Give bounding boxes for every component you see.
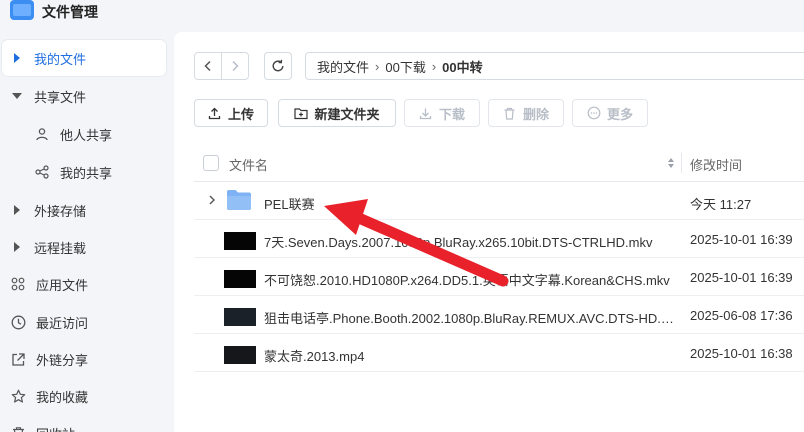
caret-right-icon xyxy=(12,53,22,63)
caret-down-icon xyxy=(12,91,22,101)
file-mtime: 2025-10-01 16:39 xyxy=(690,232,793,247)
main-panel: 我的文件 › 00下载 › 00中转 上传 新建文件夹 下载 删除 更多 文件名… xyxy=(174,32,804,432)
external-link-icon xyxy=(10,351,26,367)
table-row[interactable]: PEL联赛 今天 11:27 xyxy=(194,182,804,220)
more-label: 更多 xyxy=(606,106,633,122)
trash-icon xyxy=(10,425,26,432)
file-name[interactable]: 狙击电话亭.Phone.Booth.2002.1080p.BluRay.REMU… xyxy=(264,308,674,327)
upload-label: 上传 xyxy=(227,106,254,122)
more-icon xyxy=(587,106,601,120)
sidebar-item-label: 我的收藏 xyxy=(36,389,89,405)
breadcrumb-separator: › xyxy=(375,58,380,74)
refresh-icon xyxy=(272,59,284,72)
breadcrumb[interactable]: 我的文件 › 00下载 › 00中转 xyxy=(305,52,804,80)
title-bar: 文件管理 xyxy=(0,0,804,30)
file-name[interactable]: 7天.Seven.Days.2007.1080p.BluRay.x265.10b… xyxy=(264,232,674,251)
download-icon xyxy=(419,106,433,120)
sidebar-item-recycle-bin[interactable]: 回收站 xyxy=(2,415,166,432)
sidebar: 我的文件 共享文件 他人共享 我的共享 外接存储 远程挂载 应用文件 最近访问 xyxy=(0,32,174,432)
table-row[interactable]: 狙击电话亭.Phone.Booth.2002.1080p.BluRay.REMU… xyxy=(194,296,804,334)
video-thumbnail xyxy=(224,308,256,326)
back-button[interactable] xyxy=(195,53,221,79)
more-button[interactable]: 更多 xyxy=(572,99,648,127)
sidebar-item-label: 外接存储 xyxy=(34,203,87,219)
refresh-button[interactable] xyxy=(264,52,292,80)
sidebar-item-label: 最近访问 xyxy=(36,315,89,331)
sidebar-item-label: 回收站 xyxy=(36,424,75,432)
upload-button[interactable]: 上传 xyxy=(194,99,268,127)
chevron-right-icon[interactable] xyxy=(206,194,218,206)
video-thumbnail xyxy=(224,270,256,288)
column-header-mtime[interactable]: 修改时间 xyxy=(690,155,742,174)
breadcrumb-item[interactable]: 00下载 xyxy=(385,57,425,76)
sidebar-item-external-links[interactable]: 外链分享 xyxy=(2,341,166,377)
chevron-right-icon xyxy=(232,60,239,72)
sort-icon[interactable] xyxy=(667,155,675,171)
sidebar-item-my-shares[interactable]: 我的共享 xyxy=(2,154,166,190)
file-name[interactable]: 蒙太奇.2013.mp4 xyxy=(264,346,674,365)
table-row[interactable]: 蒙太奇.2013.mp4 2025-10-01 16:38 xyxy=(194,334,804,372)
grid-icon xyxy=(10,276,26,292)
video-thumbnail xyxy=(224,346,256,364)
sidebar-item-label: 我的文件 xyxy=(34,51,87,67)
sidebar-item-app-files[interactable]: 应用文件 xyxy=(2,266,166,302)
sidebar-item-external-storage[interactable]: 外接存储 xyxy=(2,192,166,228)
file-mtime: 今天 11:27 xyxy=(690,197,752,212)
sidebar-item-my-files[interactable]: 我的文件 xyxy=(2,40,166,76)
sidebar-item-label: 外链分享 xyxy=(36,352,89,368)
caret-right-icon xyxy=(12,205,22,215)
delete-label: 删除 xyxy=(522,106,549,122)
chevron-left-icon xyxy=(204,60,211,72)
breadcrumb-item[interactable]: 我的文件 xyxy=(317,57,369,76)
select-all-checkbox[interactable] xyxy=(203,155,219,171)
column-header-name[interactable]: 文件名 xyxy=(229,155,268,174)
sidebar-item-label: 他人共享 xyxy=(60,127,113,143)
file-name[interactable]: 不可饶恕.2010.HD1080P.x264.DD5.1.英语中文字幕.Kore… xyxy=(264,270,674,289)
delete-button[interactable]: 删除 xyxy=(488,99,564,127)
table-row[interactable]: 7天.Seven.Days.2007.1080p.BluRay.x265.10b… xyxy=(194,220,804,258)
sidebar-item-shared-files[interactable]: 共享文件 xyxy=(2,78,166,114)
download-label: 下载 xyxy=(438,106,465,122)
breadcrumb-current: 00中转 xyxy=(442,59,483,75)
sidebar-item-label: 共享文件 xyxy=(34,89,87,105)
table-row[interactable]: 不可饶恕.2010.HD1080P.x264.DD5.1.英语中文字幕.Kore… xyxy=(194,258,804,296)
star-icon xyxy=(10,388,26,404)
sidebar-item-label: 应用文件 xyxy=(36,277,89,293)
new-folder-button[interactable]: 新建文件夹 xyxy=(278,99,396,127)
folder-app-icon xyxy=(10,0,34,20)
column-divider[interactable] xyxy=(681,153,682,173)
sidebar-item-others-shared[interactable]: 他人共享 xyxy=(2,116,166,152)
breadcrumb-separator: › xyxy=(431,58,437,74)
file-mtime: 2025-10-01 16:38 xyxy=(690,346,793,361)
file-mtime: 2025-06-08 17:36 xyxy=(690,308,793,323)
forward-button[interactable] xyxy=(221,53,248,79)
download-button[interactable]: 下载 xyxy=(404,99,480,127)
upload-icon xyxy=(208,106,222,120)
video-thumbnail xyxy=(224,232,256,250)
new-folder-icon xyxy=(294,106,309,120)
file-name[interactable]: PEL联赛 xyxy=(264,194,674,213)
sidebar-item-label: 远程挂载 xyxy=(34,240,87,256)
history-nav xyxy=(194,52,249,80)
new-folder-label: 新建文件夹 xyxy=(314,106,380,122)
sidebar-item-remote-mount[interactable]: 远程挂载 xyxy=(2,229,166,265)
person-icon xyxy=(34,126,50,142)
folder-icon xyxy=(227,190,251,210)
sidebar-item-favorites[interactable]: 我的收藏 xyxy=(2,378,166,414)
app-title: 文件管理 xyxy=(42,4,98,20)
sidebar-item-recent[interactable]: 最近访问 xyxy=(2,304,166,340)
file-mtime: 2025-10-01 16:39 xyxy=(690,270,793,285)
caret-right-icon xyxy=(12,242,22,252)
share-icon xyxy=(34,164,50,180)
trash-icon xyxy=(503,106,517,120)
table-header: 文件名 修改时间 xyxy=(194,144,804,182)
sidebar-item-label: 我的共享 xyxy=(60,165,113,181)
clock-icon xyxy=(10,314,26,330)
